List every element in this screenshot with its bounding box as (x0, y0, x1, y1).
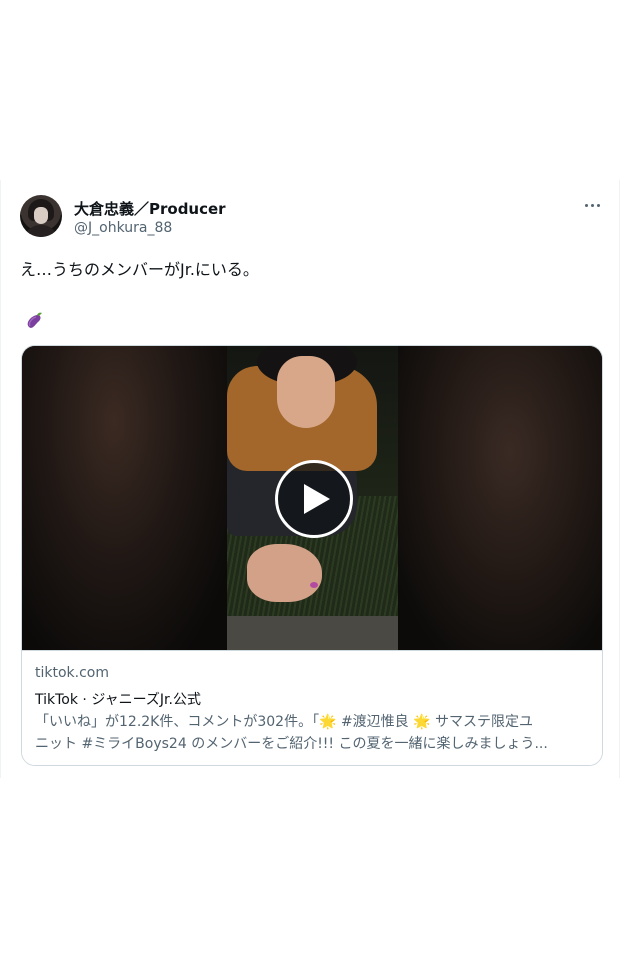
link-card[interactable]: tiktok.com TikTok · ジャニーズJr.公式 「いいね」が12.… (21, 345, 603, 766)
blurred-background-right (398, 346, 602, 650)
play-icon (304, 484, 330, 514)
play-button[interactable] (275, 460, 353, 538)
display-name[interactable]: 大倉忠義／Producer (74, 198, 226, 219)
avatar[interactable] (20, 195, 62, 237)
card-description: 「いいね」が12.2K件、コメントが302件。「🌟 #渡辺惟良 🌟 サマステ限定… (35, 714, 548, 752)
card-title: TikTok · ジャニーズJr.公式 (35, 692, 201, 708)
user-handle[interactable]: @J_ohkura_88 (74, 220, 172, 236)
eggplant-icon (27, 312, 42, 328)
tweet-text: え…うちのメンバーがJr.にいる。 (20, 260, 259, 279)
card-domain: tiktok.com (35, 665, 109, 681)
card-info[interactable]: tiktok.com TikTok · ジャニーズJr.公式 「いいね」が12.… (22, 650, 602, 765)
more-horizontal-icon[interactable] (577, 194, 607, 216)
blurred-background-left (22, 346, 227, 650)
tweet[interactable]: 大倉忠義／Producer @J_ohkura_88 え…うちのメンバーがJr.… (0, 180, 620, 778)
video-thumbnail[interactable] (22, 346, 602, 650)
